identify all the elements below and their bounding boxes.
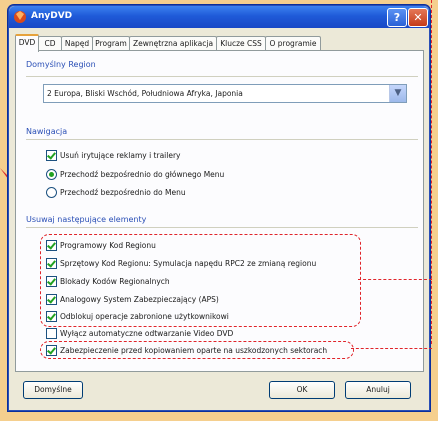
- remove-item-label: Programowy Kod Regionu: [60, 241, 156, 250]
- bad-sector-checkbox[interactable]: [46, 345, 57, 356]
- annotation-leader-lower: [351, 348, 432, 349]
- remove-item-label: Analogowy System Zabezpieczający (APS): [60, 295, 219, 304]
- region-select-value: 2 Europa, Bliski Wschód, Południowa Afry…: [47, 89, 243, 98]
- region-select[interactable]: 2 Europa, Bliski Wschód, Południowa Afry…: [43, 84, 407, 103]
- tab-css-keys[interactable]: Klucze CSS: [216, 36, 266, 50]
- dvd-settings-panel: Domyślny Region 2 Europa, Bliski Wschód,…: [15, 50, 424, 372]
- figure-background: AnyDVD ? ✕ DVD CD Napęd Program Zewnętrz…: [0, 0, 438, 421]
- remove-group-title: Usuwaj następujące elementy: [26, 215, 147, 224]
- close-button[interactable]: ✕: [408, 8, 428, 27]
- remove-item-checkbox[interactable]: [46, 240, 57, 251]
- tab-external-app[interactable]: Zewnętrzna aplikacja: [129, 36, 217, 50]
- tab-about[interactable]: O programie: [265, 36, 321, 50]
- remove-item-checkbox[interactable]: [46, 311, 57, 322]
- defaults-button[interactable]: Domyślne: [23, 381, 83, 399]
- tab-dvd[interactable]: DVD: [15, 34, 39, 52]
- remove-item-label: Sprzętowy Kod Regionu: Symulacja napędu …: [60, 259, 317, 268]
- chevron-down-icon[interactable]: ▼: [389, 85, 406, 102]
- region-group-divider: [26, 76, 418, 77]
- navigation-group-title: Nawigacja: [26, 127, 68, 136]
- annotation-leader-upper: [358, 279, 432, 280]
- help-button[interactable]: ?: [387, 8, 407, 27]
- main-menu-label: Przechodź bezpośrednio do głównego Menu: [60, 170, 225, 179]
- remove-item-checkbox[interactable]: [46, 276, 57, 287]
- annotation-line-right: [431, 0, 432, 344]
- anydvd-fox-icon: [14, 11, 26, 23]
- menu-label: Przechodź bezpośrednio do Menu: [60, 188, 186, 197]
- region-group-title: Domyślny Region: [26, 60, 96, 69]
- ok-button[interactable]: OK: [269, 381, 335, 399]
- remove-item-label: Blokady Kodów Regionalnych: [60, 277, 170, 286]
- tab-cd[interactable]: CD: [38, 36, 62, 50]
- main-menu-radio[interactable]: [46, 169, 57, 180]
- anydvd-dialog: AnyDVD ? ✕ DVD CD Napęd Program Zewnętrz…: [8, 5, 432, 411]
- autoplay-label: Wyłącz automatyczne odtwarzanie Video DV…: [60, 329, 234, 338]
- bad-sector-label: Zabezpieczenie przed kopiowaniem oparte …: [60, 346, 328, 355]
- cancel-button[interactable]: Anuluj: [345, 381, 411, 399]
- tab-drive[interactable]: Napęd: [61, 36, 93, 50]
- remove-item-checkbox[interactable]: [46, 258, 57, 269]
- tab-strip: DVD CD Napęd Program Zewnętrzna aplikacj…: [15, 34, 425, 52]
- autoplay-checkbox[interactable]: [46, 328, 57, 339]
- remove-item-checkbox[interactable]: [46, 294, 57, 305]
- remove-trailers-checkbox[interactable]: [46, 150, 57, 161]
- remove-trailers-label: Usuń irytujące reklamy i trailery: [60, 151, 181, 160]
- navigation-group-divider: [26, 139, 418, 140]
- remove-group-divider: [26, 227, 418, 228]
- remove-item-label: Odblokuj operacje zabronione użytkowniko…: [60, 312, 229, 321]
- title-bar[interactable]: AnyDVD ? ✕: [9, 6, 429, 28]
- menu-radio[interactable]: [46, 187, 57, 198]
- window-title: AnyDVD: [31, 11, 73, 21]
- tab-program[interactable]: Program: [92, 36, 130, 50]
